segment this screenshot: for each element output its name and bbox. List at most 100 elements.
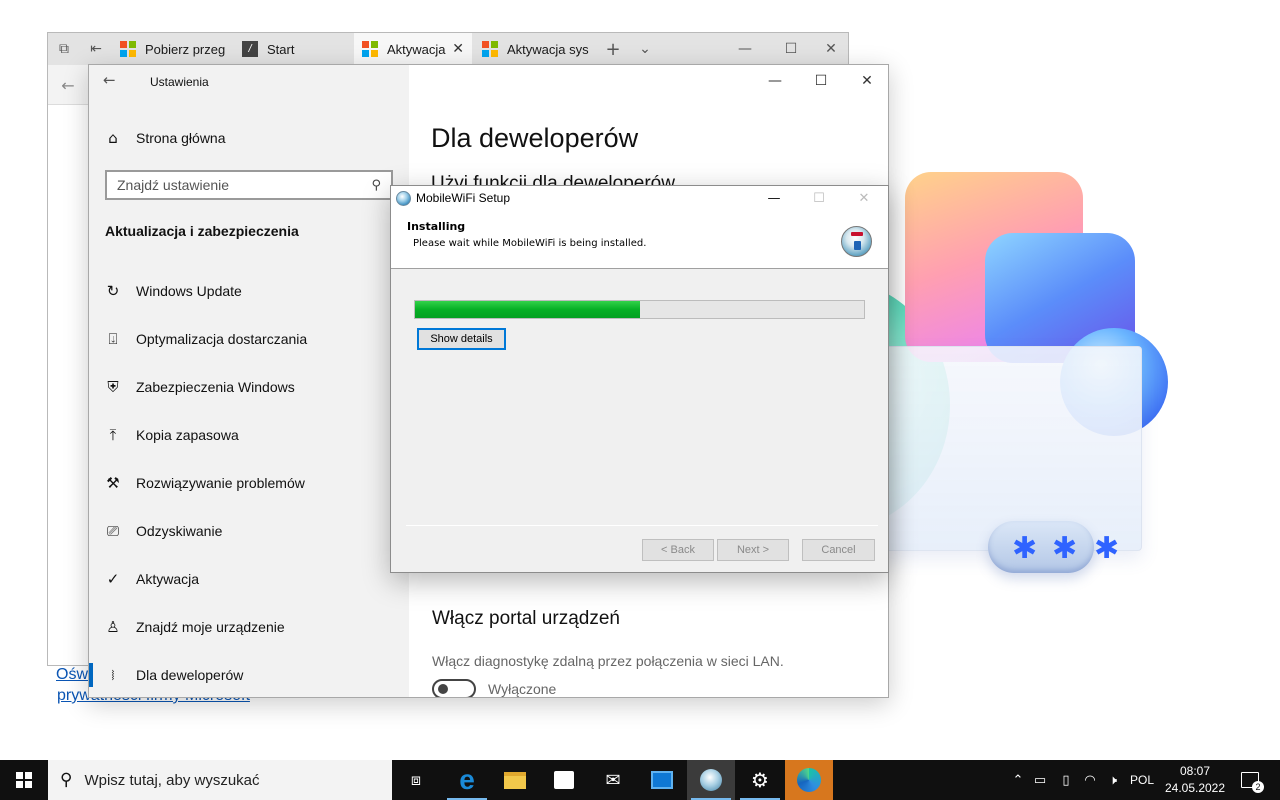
close-icon: ✕: [858, 191, 870, 206]
taskbar-edge-legacy[interactable]: e: [443, 760, 491, 800]
sidebar-item-troubleshoot[interactable]: ⚒ Rozwiązywanie problemów: [89, 459, 409, 507]
sidebar-item-delivery-optimization[interactable]: ⍗ Optymalizacja dostarczania: [89, 315, 409, 363]
home-icon: ⌂: [108, 129, 118, 147]
asterisk-icon: ✱: [1094, 531, 1120, 566]
recovery-icon: ⎚: [106, 522, 119, 540]
window-title: Ustawienia: [150, 75, 209, 89]
language-indicator[interactable]: POL: [1128, 760, 1156, 800]
sidebar-item-label: Optymalizacja dostarczania: [136, 331, 308, 347]
sidebar-item-activation[interactable]: ✓ Aktywacja: [89, 555, 409, 603]
action-center-button[interactable]: 2: [1236, 760, 1264, 800]
volume-icon[interactable]: 🕨: [1103, 760, 1123, 800]
back-arrow-icon[interactable]: ←: [56, 69, 80, 101]
usb-drive-icon[interactable]: ▭: [1030, 760, 1050, 800]
home-label: Strona główna: [136, 130, 226, 146]
device-portal-toggle[interactable]: Wyłączone: [432, 679, 557, 697]
browser-tab[interactable]: Aktywacja sys: [474, 33, 592, 65]
windows-logo-icon: [16, 772, 32, 788]
device-portal-heading: Włącz portal urządzeń: [432, 608, 620, 629]
sidebar-item-windows-update[interactable]: ↻ Windows Update: [89, 267, 409, 315]
section-title: Aktualizacja i zabezpieczenia: [105, 223, 299, 239]
browser-tab[interactable]: Pobierz przeg: [112, 33, 232, 65]
browser-tab[interactable]: / Start: [234, 33, 352, 65]
sidebar-item-label: Znajdź moje urządzenie: [136, 619, 285, 635]
microsoft-logo-icon: [362, 41, 378, 57]
close-icon[interactable]: ✕: [844, 65, 888, 97]
folder-icon: [504, 771, 526, 789]
home-link[interactable]: ⌂ Strona główna: [105, 129, 226, 147]
taskbar-outlook[interactable]: [638, 760, 686, 800]
sidebar-item-for-developers[interactable]: ⧘ Dla deweloperów: [89, 651, 409, 697]
set-aside-tabs-icon[interactable]: ⇤: [84, 33, 108, 65]
maximize-icon[interactable]: ☐: [798, 65, 844, 97]
install-progress-bar: [414, 300, 865, 319]
taskbar-mail[interactable]: ✉: [589, 760, 637, 800]
sidebar-item-find-my-device[interactable]: ♙ Znajdź moje urządzenie: [89, 603, 409, 651]
page-link[interactable]: Ośw: [56, 666, 88, 684]
maximize-icon[interactable]: ☐: [768, 33, 814, 65]
page-title: Dla deweloperów: [431, 123, 639, 153]
edge-legacy-icon: e: [459, 764, 475, 795]
settings-sidebar: ← Ustawienia ⌂ Strona główna Znajdź usta…: [89, 65, 409, 697]
wallpaper-password-pill: [988, 521, 1094, 573]
battery-icon[interactable]: ▯: [1055, 760, 1077, 800]
tab-actions-icon[interactable]: ⧉: [52, 33, 76, 65]
tab-label: Start: [267, 41, 295, 57]
developer-icon: ⧘: [111, 666, 115, 684]
show-details-button[interactable]: Show details: [417, 328, 506, 350]
outlook-icon: [651, 771, 673, 789]
search-icon: ⚲: [60, 770, 73, 790]
next-button: Next >: [717, 539, 789, 561]
close-icon[interactable]: ✕: [814, 33, 848, 65]
sidebar-item-windows-security[interactable]: ⛨ Zabezpieczenia Windows: [89, 363, 409, 411]
sidebar-item-label: Rozwiązywanie problemów: [136, 475, 305, 491]
sidebar-item-label: Kopia zapasowa: [136, 427, 239, 443]
close-tab-icon[interactable]: ✕: [452, 41, 464, 57]
task-view-button[interactable]: ⧈: [392, 760, 440, 800]
tab-label: Pobierz przeg: [145, 41, 226, 57]
back-arrow-icon[interactable]: ←: [103, 71, 116, 89]
person-location-icon: ♙: [106, 618, 120, 636]
minimize-icon[interactable]: —: [752, 65, 798, 97]
refresh-icon: ↻: [106, 282, 120, 300]
taskbar-edge[interactable]: [785, 760, 833, 800]
asterisk-icon: ✱: [1012, 531, 1038, 566]
taskbar-search-input[interactable]: ⚲ Wpisz tutaj, aby wyszukać: [48, 760, 392, 800]
wifi-icon[interactable]: ◠: [1080, 760, 1100, 800]
toggle-switch[interactable]: [432, 679, 476, 697]
browser-tab-active[interactable]: Aktywacja ✕: [354, 33, 472, 65]
gear-icon: ⚙: [751, 768, 769, 792]
installer-step-title: Installing: [407, 220, 466, 233]
taskbar-store[interactable]: [540, 760, 588, 800]
backup-icon: ⤒: [109, 426, 117, 444]
cancel-button: Cancel: [802, 539, 875, 561]
settings-search-input[interactable]: Znajdź ustawienie ⚲: [105, 170, 393, 200]
divider: [406, 525, 878, 526]
back-button: < Back: [642, 539, 714, 561]
chevron-up-icon[interactable]: ⌃: [1008, 760, 1028, 800]
start-button[interactable]: [0, 760, 48, 800]
taskbar-file-explorer[interactable]: [491, 760, 539, 800]
sidebar-item-backup[interactable]: ⤒ Kopia zapasowa: [89, 411, 409, 459]
wrench-icon: ⚒: [106, 474, 120, 492]
search-icon[interactable]: ⚲: [371, 178, 381, 193]
microsoft-logo-icon: [482, 41, 498, 57]
installer-app-icon: [700, 769, 722, 791]
taskbar-clock[interactable]: 08:07 24.05.2022: [1160, 760, 1230, 800]
notification-count: 2: [1252, 781, 1264, 793]
installer-header: Installing Please wait while MobileWiFi …: [391, 211, 888, 269]
chevron-down-icon[interactable]: ⌄: [633, 33, 657, 65]
toggle-state-label: Wyłączone: [488, 681, 557, 697]
microsoft-logo-icon: [120, 41, 136, 57]
taskbar-mobilewifi-setup[interactable]: [687, 760, 735, 800]
sidebar-item-recovery[interactable]: ⎚ Odzyskiwanie: [89, 507, 409, 555]
taskbar-settings[interactable]: ⚙: [736, 760, 784, 800]
minimize-icon[interactable]: —: [752, 186, 796, 211]
asterisk-icon: ✱: [1052, 531, 1078, 566]
new-tab-icon[interactable]: +: [601, 33, 625, 65]
minimize-icon[interactable]: —: [722, 33, 768, 65]
sidebar-item-label: Odzyskiwanie: [136, 523, 223, 539]
tab-label: Aktywacja: [387, 41, 446, 57]
installer-step-subtitle: Please wait while MobileWiFi is being in…: [413, 238, 647, 249]
sidebar-item-label: Windows Update: [136, 283, 242, 299]
